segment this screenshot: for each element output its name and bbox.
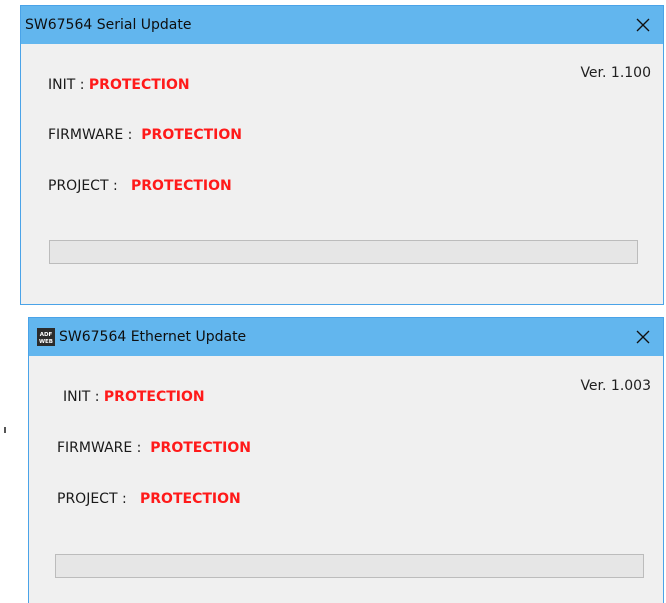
ethernet-titlebar[interactable]: ADF WEB SW67564 Ethernet Update [29, 318, 663, 356]
init-value: PROTECTION [88, 77, 190, 93]
project-label: PROJECT : [57, 491, 132, 507]
serial-firmware-status: FIRMWARE : PROTECTION [48, 127, 242, 143]
logo-text-top: ADF [40, 332, 53, 338]
project-label: PROJECT : [48, 178, 123, 194]
ethernet-window-title: SW67564 Ethernet Update [59, 329, 247, 345]
ethernet-close-button[interactable] [623, 318, 663, 356]
serial-update-window: SW67564 Serial Update Ver. 1.100 INIT : … [20, 5, 664, 305]
firmware-value: PROTECTION [141, 127, 243, 143]
serial-version: Ver. 1.100 [580, 65, 651, 81]
serial-init-status: INIT : PROTECTION [48, 77, 190, 93]
edge-mark [4, 427, 6, 433]
page: SW67564 Serial Update Ver. 1.100 INIT : … [0, 0, 666, 603]
init-label: INIT : [63, 389, 104, 405]
ethernet-version: Ver. 1.003 [580, 378, 651, 394]
adfweb-logo-icon: ADF WEB [37, 328, 55, 346]
close-icon [636, 18, 650, 32]
firmware-value: PROTECTION [150, 440, 252, 456]
init-value: PROTECTION [103, 389, 205, 405]
firmware-label: FIRMWARE : [57, 440, 146, 456]
firmware-label: FIRMWARE : [48, 127, 137, 143]
project-value: PROTECTION [131, 178, 232, 194]
close-icon [636, 330, 650, 344]
ethernet-firmware-status: FIRMWARE : PROTECTION [57, 440, 251, 456]
ethernet-init-status: INIT : PROTECTION [63, 389, 205, 405]
ethernet-update-window: ADF WEB SW67564 Ethernet Update Ver. 1.0… [28, 317, 664, 603]
project-value: PROTECTION [140, 491, 241, 507]
serial-window-title: SW67564 Serial Update [25, 17, 192, 33]
serial-titlebar[interactable]: SW67564 Serial Update [21, 6, 663, 44]
init-label: INIT : [48, 77, 89, 93]
logo-text-bottom: WEB [39, 339, 53, 345]
serial-project-status: PROJECT : PROTECTION [48, 178, 232, 194]
serial-close-button[interactable] [623, 6, 663, 44]
ethernet-progress-bar [55, 554, 644, 578]
serial-progress-bar [49, 240, 638, 264]
ethernet-project-status: PROJECT : PROTECTION [57, 491, 241, 507]
